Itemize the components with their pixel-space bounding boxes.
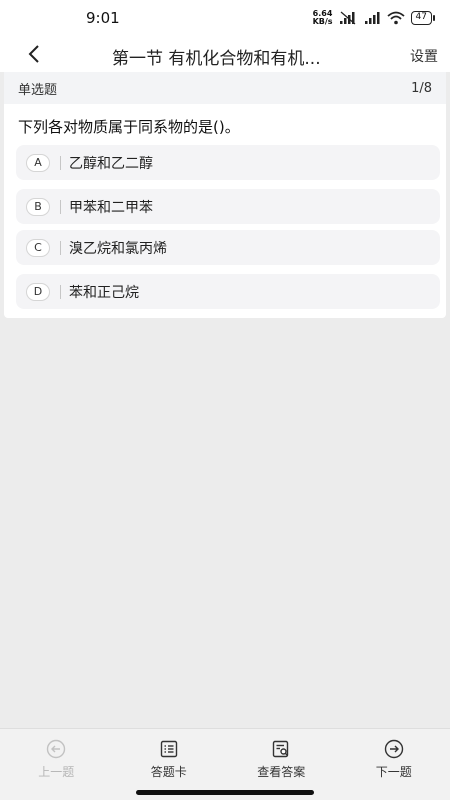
document-search-icon [273,740,289,758]
next-question-button[interactable]: 下一题 [338,729,450,800]
network-speed-unit: KB/s [312,17,333,26]
option-letter: B [26,197,50,216]
signal-hd-icon [364,12,380,24]
home-indicator[interactable] [136,790,314,795]
option-divider [60,155,61,170]
prev-question-button[interactable]: 上一题 [0,729,113,800]
question-type-header: 单选题 1/8 [4,72,446,104]
option-divider [60,284,61,299]
status-icons: 6.64 KB/s 47 [313,10,436,26]
option-b[interactable]: B 甲苯和二甲苯 [16,189,440,224]
chevron-left-icon [28,45,39,63]
question-card: 单选题 1/8 下列各对物质属于同系物的是()。 A 乙醇和乙二醇 B 甲苯和二… [4,72,446,318]
question-counter: 1/8 [411,80,432,96]
view-answer-label: 查看答案 [257,765,306,779]
signal-icon [339,11,355,25]
nav-bar: 第一节 有机化合物和有机... 设置 [0,36,450,72]
next-question-label: 下一题 [375,765,412,779]
answer-card-label: 答题卡 [150,765,187,779]
option-text: 苯和正己烷 [69,284,139,301]
settings-button[interactable]: 设置 [410,46,438,66]
option-d[interactable]: D 苯和正己烷 [16,274,440,309]
option-text: 乙醇和乙二醇 [69,155,153,172]
network-speed: 6.64 KB/s [313,10,333,26]
page-title: 第一节 有机化合物和有机... [112,49,321,69]
status-bar: 9:01 6.64 KB/s 47 [0,0,450,36]
arrow-left-circle-icon [47,739,66,759]
option-text: 溴乙烷和氯丙烯 [69,240,167,257]
wifi-icon [386,11,405,25]
battery-indicator: 47 [410,11,436,25]
option-letter: C [26,238,50,257]
question-type-label: 单选题 [18,82,58,98]
status-time: 9:01 [86,9,120,27]
back-button[interactable] [20,40,48,68]
option-text: 甲苯和二甲苯 [69,199,153,216]
option-letter: A [26,153,50,172]
option-c[interactable]: C 溴乙烷和氯丙烯 [16,230,440,265]
option-divider [60,240,61,255]
arrow-right-circle-icon [384,739,403,759]
option-divider [60,199,61,214]
option-a[interactable]: A 乙醇和乙二醇 [16,145,440,180]
question-stem: 下列各对物质属于同系物的是()。 [18,118,240,136]
option-letter: D [26,282,50,301]
list-icon [160,740,177,758]
prev-question-label: 上一题 [38,765,75,779]
